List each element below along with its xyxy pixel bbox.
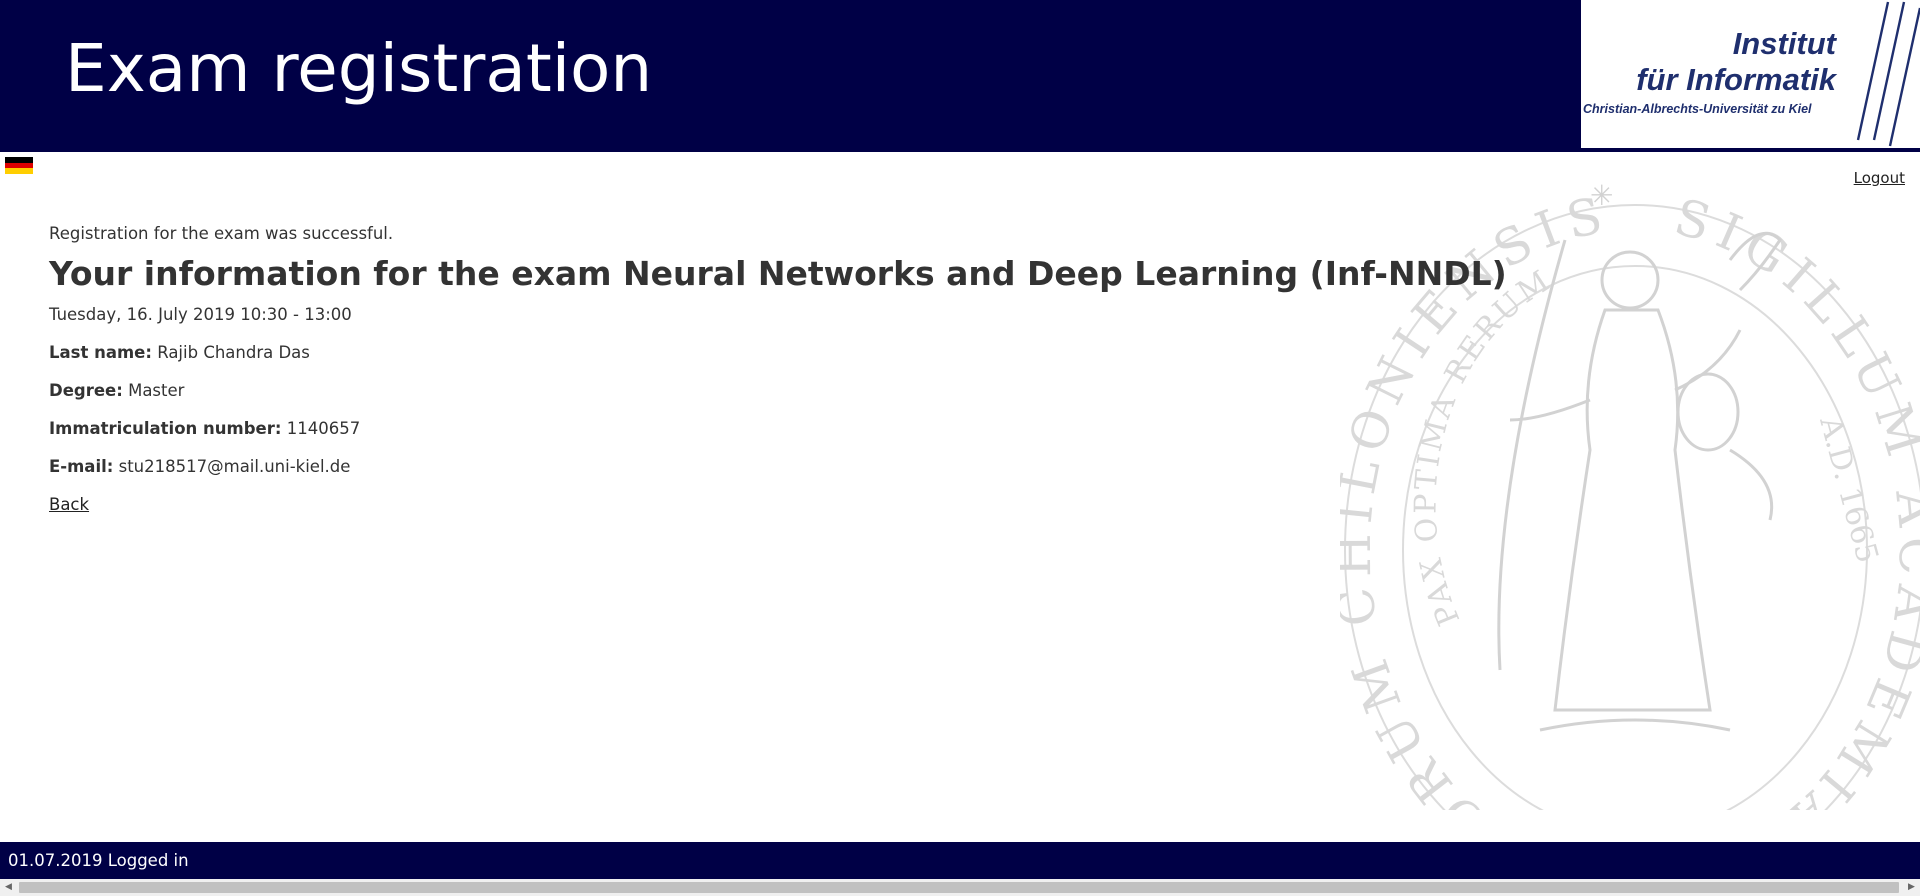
- exam-heading: Your information for the exam Neural Net…: [49, 254, 1507, 293]
- svg-text:✳: ✳: [1590, 179, 1613, 212]
- main-content: Registration for the exam was successful…: [49, 222, 1549, 516]
- info-label: Degree:: [49, 381, 123, 400]
- page-header: Exam registration Institut für Informati…: [0, 0, 1920, 152]
- institute-logo[interactable]: Institut für Informatik Christian-Albrec…: [1581, 0, 1920, 148]
- logout-link[interactable]: Logout: [1854, 169, 1905, 187]
- info-row-immatriculation: Immatriculation number: 1140657: [49, 418, 1549, 440]
- info-value: Rajib Chandra Das: [157, 343, 310, 362]
- logo-line-informatik: für Informatik: [1636, 62, 1836, 97]
- logo-slashes-icon: [1856, 1, 1920, 147]
- info-row-last-name: Last name: Rajib Chandra Das: [49, 342, 1549, 364]
- login-status-text: 01.07.2019 Logged in: [8, 851, 189, 870]
- info-value: 1140657: [286, 419, 361, 438]
- logo-line-institut: Institut: [1732, 26, 1836, 61]
- exam-date: Tuesday, 16. July 2019 10:30 - 13:00: [49, 305, 352, 324]
- info-row-degree: Degree: Master: [49, 380, 1549, 402]
- info-label: E-mail:: [49, 457, 114, 476]
- info-row-email: E-mail: stu218517@mail.uni-kiel.de: [49, 456, 1549, 478]
- info-value: Master: [128, 381, 185, 400]
- info-label: Last name:: [49, 343, 152, 362]
- german-flag-icon[interactable]: [5, 157, 33, 174]
- status-footer: 01.07.2019 Logged in: [0, 842, 1920, 879]
- back-link[interactable]: Back: [49, 494, 89, 516]
- success-message: Registration for the exam was successful…: [49, 224, 394, 243]
- info-label: Immatriculation number:: [49, 419, 282, 438]
- page-title: Exam registration: [65, 30, 653, 107]
- scroll-left-icon[interactable]: ◀: [0, 879, 17, 896]
- info-value: stu218517@mail.uni-kiel.de: [118, 457, 351, 476]
- logo-line-university: Christian-Albrechts-Universität zu Kiel: [1583, 102, 1812, 116]
- scroll-right-icon[interactable]: ▶: [1903, 879, 1920, 896]
- horizontal-scrollbar[interactable]: ◀ ▶: [0, 879, 1920, 896]
- scrollbar-thumb[interactable]: [19, 882, 1899, 893]
